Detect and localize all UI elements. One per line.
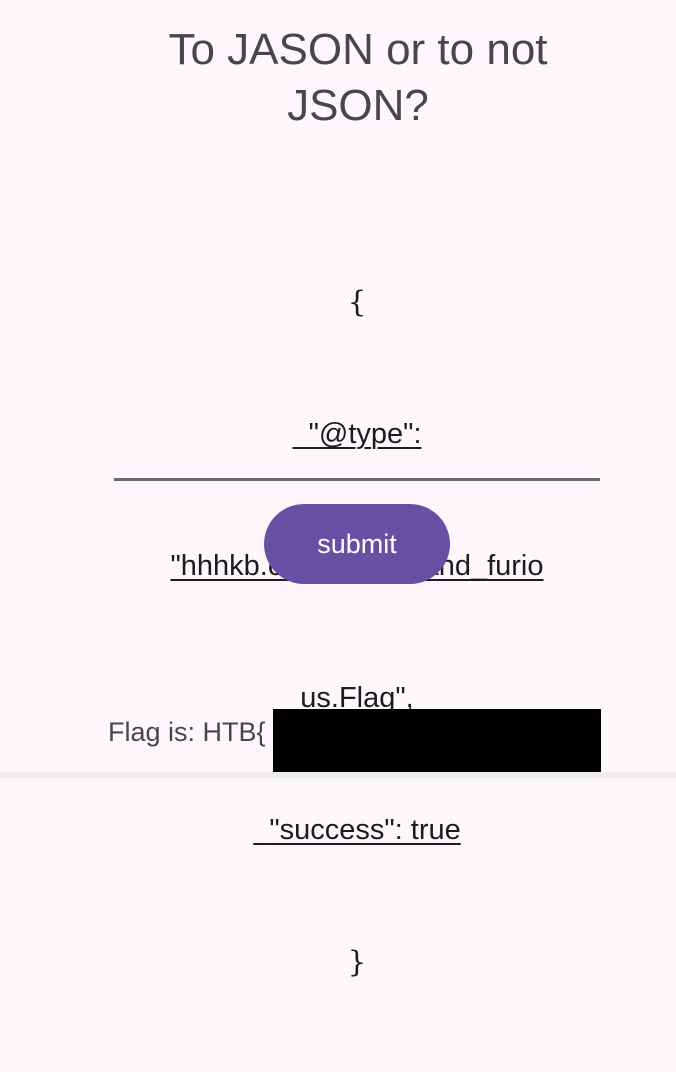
- navigation-bar: [0, 772, 676, 778]
- json-line-success: "success": true: [253, 814, 461, 846]
- redaction-box: [273, 709, 601, 778]
- page-title: To JASON or to not JSON?: [168, 25, 548, 130]
- json-line-open-brace: {: [347, 285, 367, 319]
- json-line-type-key: "@type":: [292, 418, 422, 450]
- flag-result-text: Flag is: HTB{: [108, 717, 266, 747]
- json-input-field[interactable]: { "@type": "hhhkb.ctf.fastjson_and_furio…: [114, 192, 600, 979]
- json-input-text[interactable]: { "@type": "hhhkb.ctf.fastjson_and_furio…: [114, 192, 600, 1072]
- input-underline: [114, 478, 600, 481]
- json-line-close-brace: }: [347, 945, 367, 979]
- submit-button[interactable]: submit: [264, 504, 450, 584]
